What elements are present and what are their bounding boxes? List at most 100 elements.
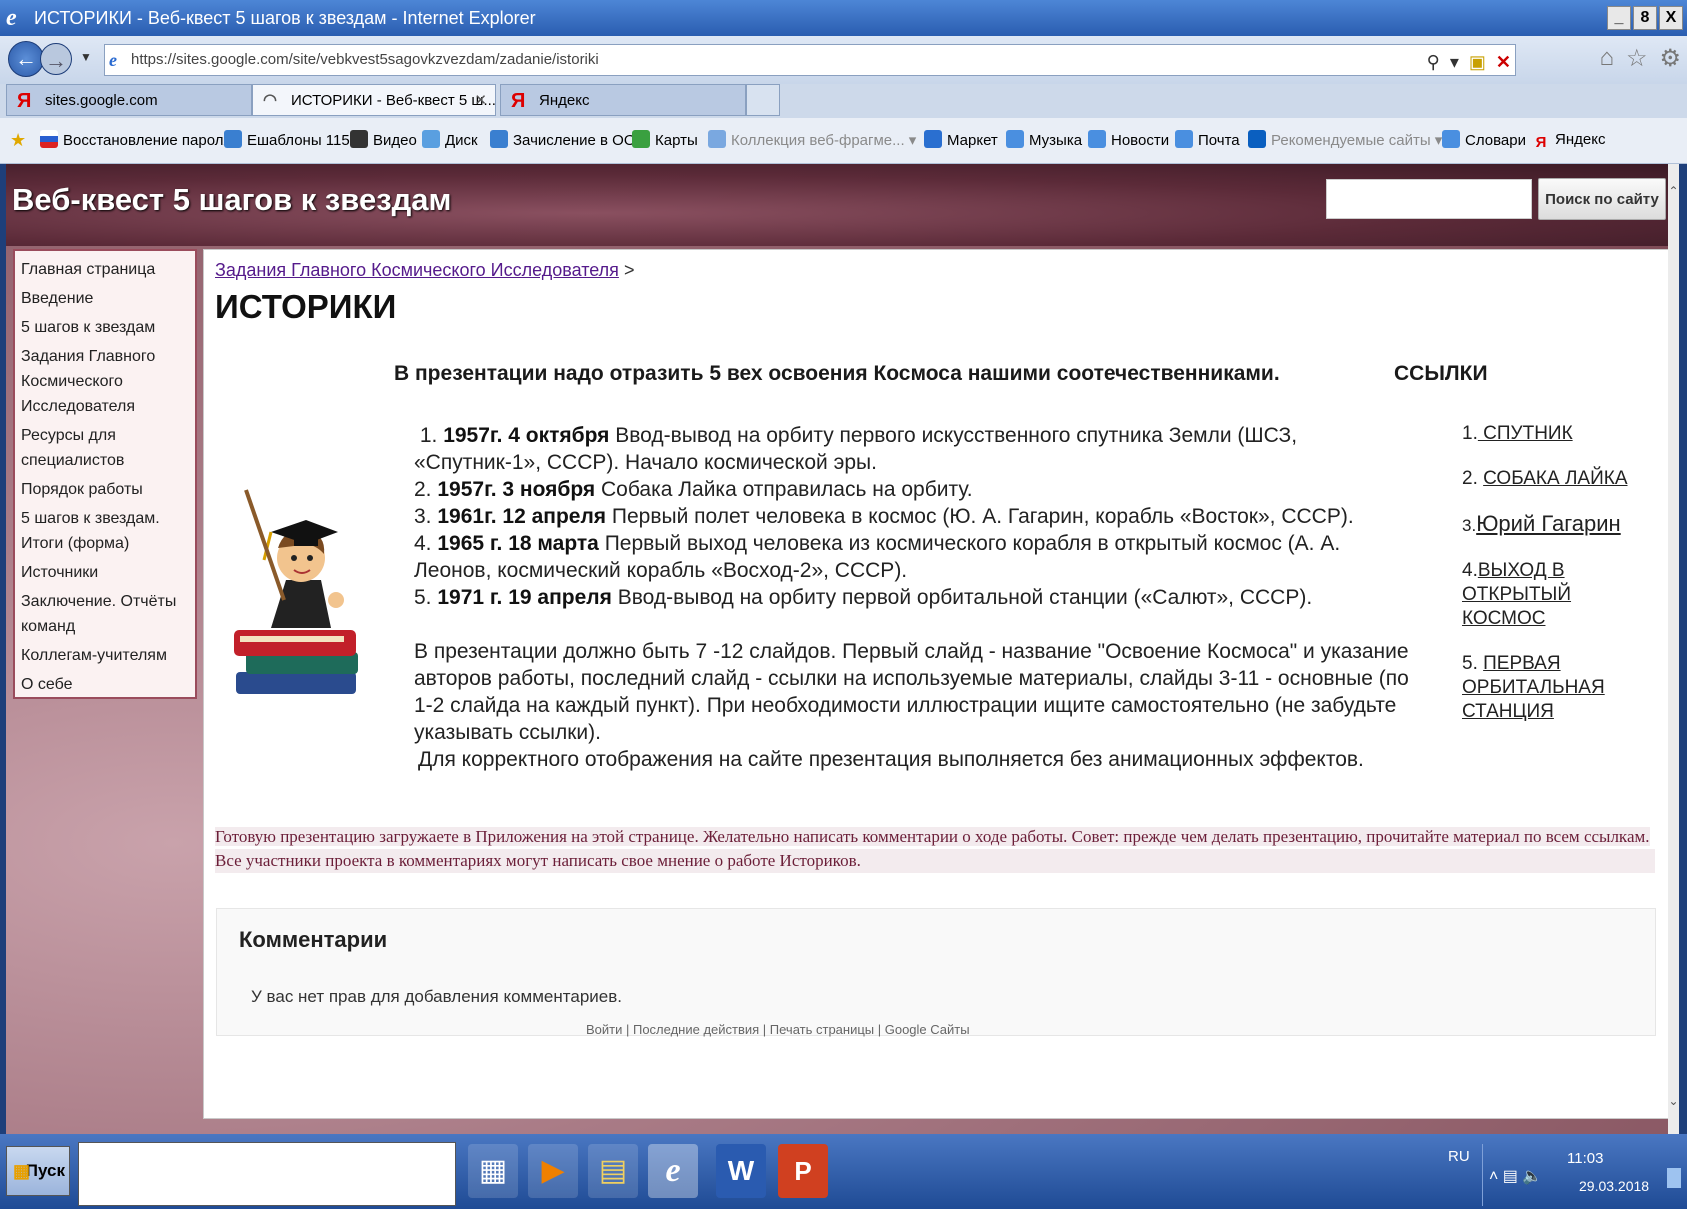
new-tab-button[interactable] — [746, 84, 780, 116]
reference-links: 1. СПУТНИК 2. СОБАКА ЛАЙКА 3.Юрий Гагари… — [1462, 422, 1652, 745]
breadcrumb: Задания Главного Космического Исследоват… — [215, 260, 634, 281]
scrollbar[interactable]: ⌃ ⌄ — [1668, 164, 1679, 1134]
fav-item[interactable]: Коллекция веб-фрагме... ▾ — [708, 130, 916, 151]
link-gagarin[interactable]: Юрий Гагарин — [1476, 511, 1621, 536]
tab-label: ИСТОРИКИ - Веб-квест 5 ш... — [291, 92, 496, 109]
list-item: 3. 1961г. 12 апреля Первый полет человек… — [414, 505, 1354, 528]
powerpoint-icon[interactable]: P — [778, 1144, 828, 1198]
sidebar-item-intro[interactable]: Введение — [21, 286, 189, 311]
word-icon[interactable]: W — [716, 1144, 766, 1198]
dropdown-icon[interactable]: ▾ — [1450, 47, 1459, 77]
window-title: ИСТОРИКИ - Веб-квест 5 шагов к звездам -… — [34, 8, 536, 28]
sidebar-item-conclusion[interactable]: Заключение. Отчёты команд — [21, 589, 189, 639]
sidebar-item-resources[interactable]: Ресурсы для специалистов — [21, 423, 189, 473]
loading-icon: ◠ — [263, 92, 277, 109]
stop-icon[interactable]: ✕ — [1496, 47, 1511, 77]
site-title[interactable]: Веб-квест 5 шагов к звездам — [12, 182, 451, 218]
lock-icon[interactable]: ▣ — [1469, 47, 1486, 77]
fav-item[interactable]: Музыка — [1006, 130, 1082, 151]
link-item: 5. ПЕРВАЯ ОРБИТАЛЬНАЯ СТАНЦИЯ — [1462, 653, 1605, 722]
sidebar-item-tasks[interactable]: Задания Главного Космического Исследоват… — [21, 344, 189, 419]
fav-item[interactable]: Диск — [422, 130, 478, 151]
link-item: 4.ВЫХОД В ОТКРЫТЫЙ КОСМОС — [1462, 560, 1572, 629]
forward-icon[interactable]: → — [40, 43, 72, 75]
breadcrumb-link[interactable]: Задания Главного Космического Исследоват… — [215, 260, 619, 280]
fav-item[interactable]: Ешаблоны 115 — [224, 130, 350, 151]
instructions-paragraph: В презентации должно быть 7 -12 слайдов.… — [414, 640, 1409, 744]
fav-item[interactable]: Новости — [1088, 130, 1169, 151]
system-tray: ˄ ▤ 🔈 11:03 29.03.2018 — [1482, 1144, 1687, 1206]
show-desktop-button[interactable] — [1667, 1168, 1681, 1188]
address-bar[interactable]: e https://sites.google.com/site/vebkvest… — [104, 44, 1516, 76]
star-icon[interactable]: ☆ — [1626, 44, 1648, 73]
tab-yandex[interactable]: Я Яндекс — [500, 84, 746, 116]
clock-date[interactable]: 29.03.2018 — [1579, 1178, 1649, 1194]
fav-item[interactable]: Словари — [1442, 130, 1526, 151]
flag-icon — [40, 130, 58, 148]
tab-label: Яндекс — [539, 92, 590, 109]
browser-tools: ⌂ ☆ ⚙ — [1599, 44, 1681, 73]
site-header: Веб-квест 5 шагов к звездам Поиск по сай… — [6, 164, 1668, 246]
home-icon[interactable]: ⌂ — [1599, 44, 1614, 73]
main-content: Задания Главного Космического Исследоват… — [203, 249, 1669, 1119]
network-icon[interactable]: ▤ — [1503, 1168, 1518, 1185]
tray-icons: ˄ ▤ 🔈 — [1489, 1166, 1542, 1186]
scroll-up-icon[interactable]: ⌃ — [1668, 184, 1679, 198]
sidebar-item-procedure[interactable]: Порядок работы — [21, 477, 189, 502]
dictionary-icon — [1442, 130, 1460, 148]
ie-page-icon — [224, 130, 242, 148]
fav-item[interactable]: Маркет — [924, 130, 998, 151]
sidebar-item-results[interactable]: 5 шагов к звездам. Итоги (форма) — [21, 506, 189, 556]
explorer-icon[interactable]: ▤ — [588, 1144, 638, 1198]
fav-item[interactable]: Почта — [1175, 130, 1240, 151]
scroll-down-icon[interactable]: ⌄ — [1668, 1094, 1679, 1108]
intro-text: В презентации надо отразить 5 вех освоен… — [394, 362, 1280, 385]
tab-label: sites.google.com — [45, 92, 158, 109]
clock-time[interactable]: 11:03 — [1567, 1150, 1603, 1167]
volume-icon[interactable]: 🔈 — [1522, 1168, 1542, 1185]
taskbar-input[interactable] — [78, 1142, 456, 1206]
close-button[interactable]: X — [1659, 6, 1683, 30]
minimize-button[interactable]: _ — [1607, 6, 1631, 30]
close-tab-icon[interactable]: ✕ — [474, 85, 487, 115]
ie-logo-icon: e — [6, 5, 17, 31]
fav-item[interactable]: Видео — [350, 130, 417, 151]
fav-item[interactable]: Карты — [632, 130, 698, 151]
fav-item[interactable]: Рекомендуемые сайты ▾ — [1248, 130, 1442, 151]
history-dropdown-icon[interactable]: ▼ — [80, 50, 92, 64]
calculator-icon[interactable]: ▦ — [468, 1144, 518, 1198]
link-laika[interactable]: СОБАКА ЛАЙКА — [1483, 468, 1627, 489]
media-player-icon[interactable]: ▶ — [528, 1144, 578, 1198]
search-button[interactable]: Поиск по сайту — [1538, 178, 1666, 220]
sidebar-item-about[interactable]: О себе — [21, 672, 189, 697]
link-spacewalk[interactable]: ВЫХОД В ОТКРЫТЫЙ КОСМОС — [1462, 560, 1571, 629]
search-input[interactable] — [1326, 179, 1532, 219]
fav-item[interactable]: Я Яндекс — [1532, 130, 1606, 152]
sidebar-item-teachers[interactable]: Коллегам-учителям — [21, 643, 189, 668]
chevron-up-icon[interactable]: ˄ — [1489, 1168, 1498, 1185]
fav-item[interactable]: Восстановление пароля — [40, 130, 232, 151]
instructions-text: В презентации должно быть 7 -12 слайдов.… — [414, 638, 1414, 773]
link-item: 2. СОБАКА ЛАЙКА — [1462, 468, 1628, 489]
mail-icon — [1175, 130, 1193, 148]
internet-explorer-icon[interactable]: e — [648, 1144, 698, 1198]
browser-window: e ИСТОРИКИ - Веб-квест 5 шагов к звездам… — [0, 0, 1687, 1209]
start-button[interactable]: ▦ Пуск — [6, 1146, 70, 1196]
link-sputnik[interactable]: СПУТНИК — [1478, 423, 1573, 444]
search-icon[interactable]: ⚲ — [1427, 47, 1440, 77]
sidebar-item-home[interactable]: Главная страница — [21, 257, 189, 282]
gear-icon[interactable]: ⚙ — [1659, 44, 1681, 73]
language-indicator[interactable]: RU — [1448, 1148, 1470, 1165]
sidebar-item-steps[interactable]: 5 шагов к звездам — [21, 315, 189, 340]
site-footer[interactable]: Войти | Последние действия | Печать стра… — [586, 1022, 970, 1037]
page-viewport: Веб-квест 5 шагов к звездам Поиск по сай… — [6, 164, 1679, 1134]
link-station[interactable]: ПЕРВАЯ ОРБИТАЛЬНАЯ СТАНЦИЯ — [1462, 653, 1605, 722]
market-icon — [924, 130, 942, 148]
tab-sites-google[interactable]: Я sites.google.com — [6, 84, 252, 116]
maximize-button[interactable]: 8 — [1633, 6, 1657, 30]
sidebar-item-sources[interactable]: Источники — [21, 560, 189, 585]
favorites-star-icon[interactable]: ★ — [10, 130, 26, 150]
fav-item[interactable]: Зачисление в ОО — [490, 130, 636, 151]
back-icon[interactable]: ← — [8, 41, 44, 77]
tab-istoriki[interactable]: ◠ ИСТОРИКИ - Веб-квест 5 ш... ✕ — [252, 84, 496, 116]
